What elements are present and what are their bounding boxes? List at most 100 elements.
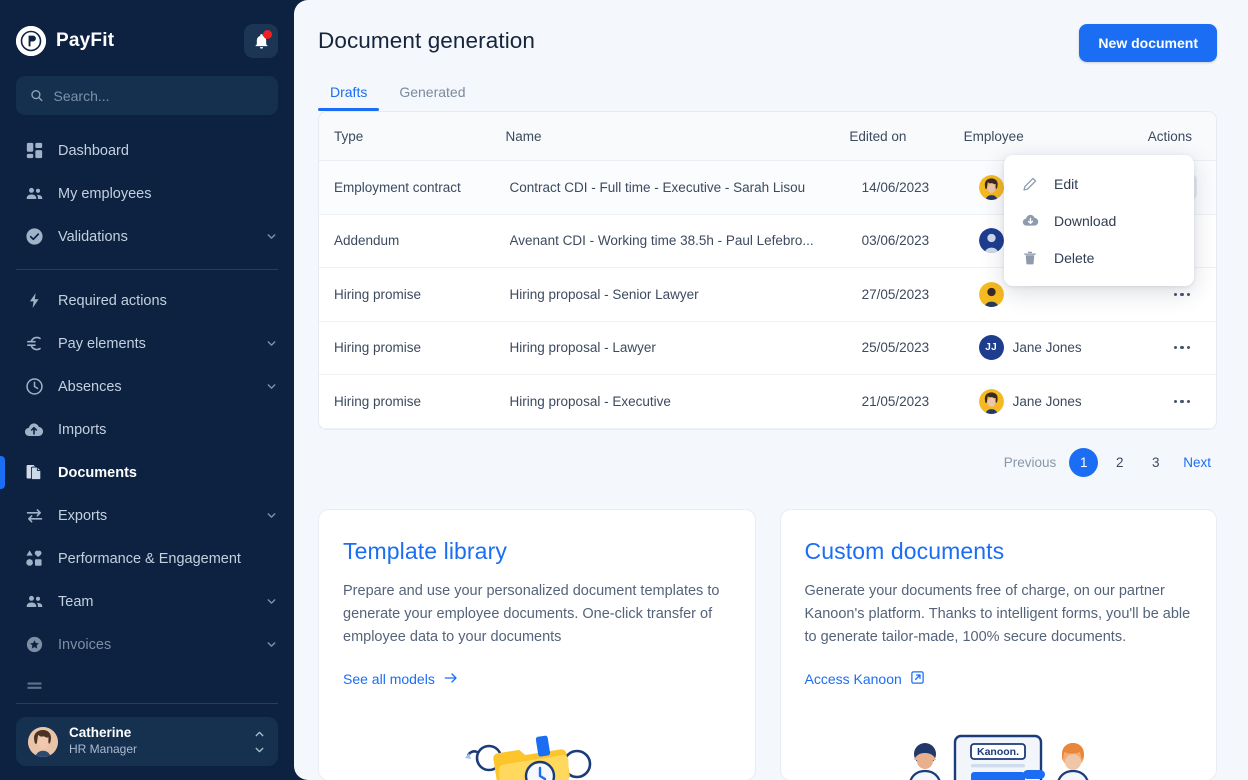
search-box[interactable] [16, 76, 278, 115]
documents-table: Type Name Edited on Employee Actions Emp… [318, 111, 1217, 430]
cell-edited-on: 27/05/2023 [861, 286, 930, 302]
sidebar-item-label [58, 680, 62, 696]
context-menu-delete[interactable]: Delete [1004, 239, 1194, 276]
star-circle-icon [24, 635, 44, 655]
kanoon-label: Kanoon. [977, 746, 1019, 758]
avatar [28, 726, 58, 757]
sidebar-item-required-actions[interactable]: Required actions [16, 279, 278, 322]
ellipsis-icon [1173, 292, 1178, 296]
sidebar-item-validations[interactable]: Validations [16, 215, 278, 258]
pagination-previous[interactable]: Previous [998, 455, 1063, 470]
sidebar-item-performance-engagement[interactable]: Performance & Engagement [16, 537, 278, 580]
sidebar-item-exports[interactable]: Exports [16, 494, 278, 537]
cell-actions [1167, 388, 1216, 414]
documents-icon [24, 463, 44, 483]
sidebar-search-wrap [0, 66, 294, 115]
pagination: Previous 1 2 3 Next [294, 447, 1217, 477]
context-menu-edit[interactable]: Edit [1004, 165, 1194, 202]
app-root: PayFit Search... Dashboard My employees … [0, 0, 1248, 780]
external-link-icon [910, 670, 925, 688]
context-menu-download[interactable]: Download [1004, 202, 1194, 239]
sidebar-item-label: Team [58, 593, 94, 610]
pagination-page-1[interactable]: 1 [1069, 447, 1099, 477]
card-body: Generate your documents free of charge, … [804, 582, 1191, 646]
column-header-type: Type [334, 128, 364, 144]
table-row[interactable]: Hiring promise Hiring proposal - Lawyer … [319, 322, 1216, 375]
cell-type: Hiring promise [334, 340, 422, 356]
sidebar-nav: Dashboard My employees Validations Requi… [0, 115, 294, 709]
tab-generated[interactable]: Generated [387, 78, 477, 111]
bolt-icon [24, 291, 44, 311]
page-header: Document generation New document [294, 0, 1248, 62]
pagination-page-3[interactable]: 3 [1141, 448, 1170, 477]
sidebar: PayFit Search... Dashboard My employees … [0, 0, 294, 780]
ellipsis-icon [1186, 292, 1191, 296]
cell-actions [1167, 335, 1216, 361]
cell-name: Hiring proposal - Senior Lawyer [509, 286, 699, 302]
ellipsis-icon [1180, 399, 1184, 403]
tab-drafts[interactable]: Drafts [318, 78, 380, 111]
column-header-name: Name [505, 128, 542, 144]
dashboard-icon [24, 141, 44, 161]
cell-type: Hiring promise [334, 286, 422, 302]
main-content: Document generation New document Drafts … [294, 0, 1248, 780]
brand-name: PayFit [56, 30, 115, 51]
row-actions-button[interactable] [1167, 388, 1197, 414]
chevron-down-icon [265, 230, 278, 243]
ellipsis-icon [1180, 346, 1184, 350]
employee-avatar [978, 174, 1004, 200]
sidebar-item-label: Dashboard [58, 142, 129, 159]
sidebar-item-imports[interactable]: Imports [16, 408, 278, 451]
sidebar-item-team[interactable]: Team [16, 580, 278, 623]
brand[interactable]: PayFit [16, 26, 114, 56]
table-row[interactable]: Hiring promise Hiring proposal - Executi… [319, 375, 1216, 429]
cell-type: Employment contract [334, 179, 461, 195]
search-input[interactable] [53, 87, 264, 104]
context-menu-label: Delete [1054, 249, 1095, 266]
card-title: Template library [343, 537, 507, 564]
user-info: Catherine HR Manager [69, 725, 137, 757]
cell-type: Addendum [334, 233, 400, 249]
chevron-down-icon [265, 638, 278, 651]
sidebar-item-label: Documents [58, 464, 137, 481]
see-all-models-link[interactable]: See all models [343, 670, 459, 689]
row-actions-button[interactable] [1167, 335, 1197, 361]
sidebar-footer: Catherine HR Manager [0, 703, 294, 780]
sidebar-item-documents[interactable]: Documents [0, 451, 278, 494]
sidebar-item-label: Exports [58, 507, 108, 524]
chevron-down-icon [265, 595, 278, 608]
employee-avatar [978, 228, 1004, 254]
cell-edited-on: 25/05/2023 [861, 340, 930, 356]
cloud-upload-icon [24, 420, 44, 440]
check-circle-icon [24, 227, 44, 247]
exchange-icon [24, 506, 44, 526]
chevron-down-icon [265, 509, 278, 522]
notifications-button[interactable] [244, 24, 278, 58]
column-header-actions: Actions [1147, 128, 1193, 144]
sidebar-item-pay-elements[interactable]: Pay elements [16, 322, 278, 365]
access-kanoon-link[interactable]: Access Kanoon [805, 670, 925, 688]
sidebar-item-dashboard[interactable]: Dashboard [16, 129, 278, 172]
list-icon [24, 678, 44, 698]
sidebar-item-absences[interactable]: Absences [16, 365, 278, 408]
new-document-button[interactable]: New document [1079, 24, 1217, 62]
user-name: Catherine [69, 725, 132, 741]
chevron-up-down-icon[interactable] [253, 728, 266, 756]
card-body: Prepare and use your personalized docume… [343, 582, 720, 646]
chevron-down-icon [265, 380, 278, 393]
pagination-next[interactable]: Next [1177, 455, 1217, 470]
search-icon [31, 90, 43, 102]
sidebar-item-invoices[interactable]: Invoices [16, 623, 278, 666]
shapes-icon [24, 549, 44, 569]
context-menu-label: Edit [1054, 175, 1079, 192]
sidebar-item-label: Absences [58, 378, 122, 395]
card-title: Custom documents [804, 537, 1005, 564]
employee-avatar-initials: JJ [978, 335, 1004, 361]
link-label: Access Kanoon [804, 670, 902, 687]
sidebar-item-my-employees[interactable]: My employees [16, 172, 278, 215]
pagination-page-2[interactable]: 2 [1105, 448, 1134, 477]
cell-name: Hiring proposal - Executive [509, 393, 671, 409]
user-profile-card[interactable]: Catherine HR Manager [16, 717, 278, 766]
row-context-menu: Edit Download Delete [1004, 155, 1194, 286]
people-icon [24, 592, 44, 612]
